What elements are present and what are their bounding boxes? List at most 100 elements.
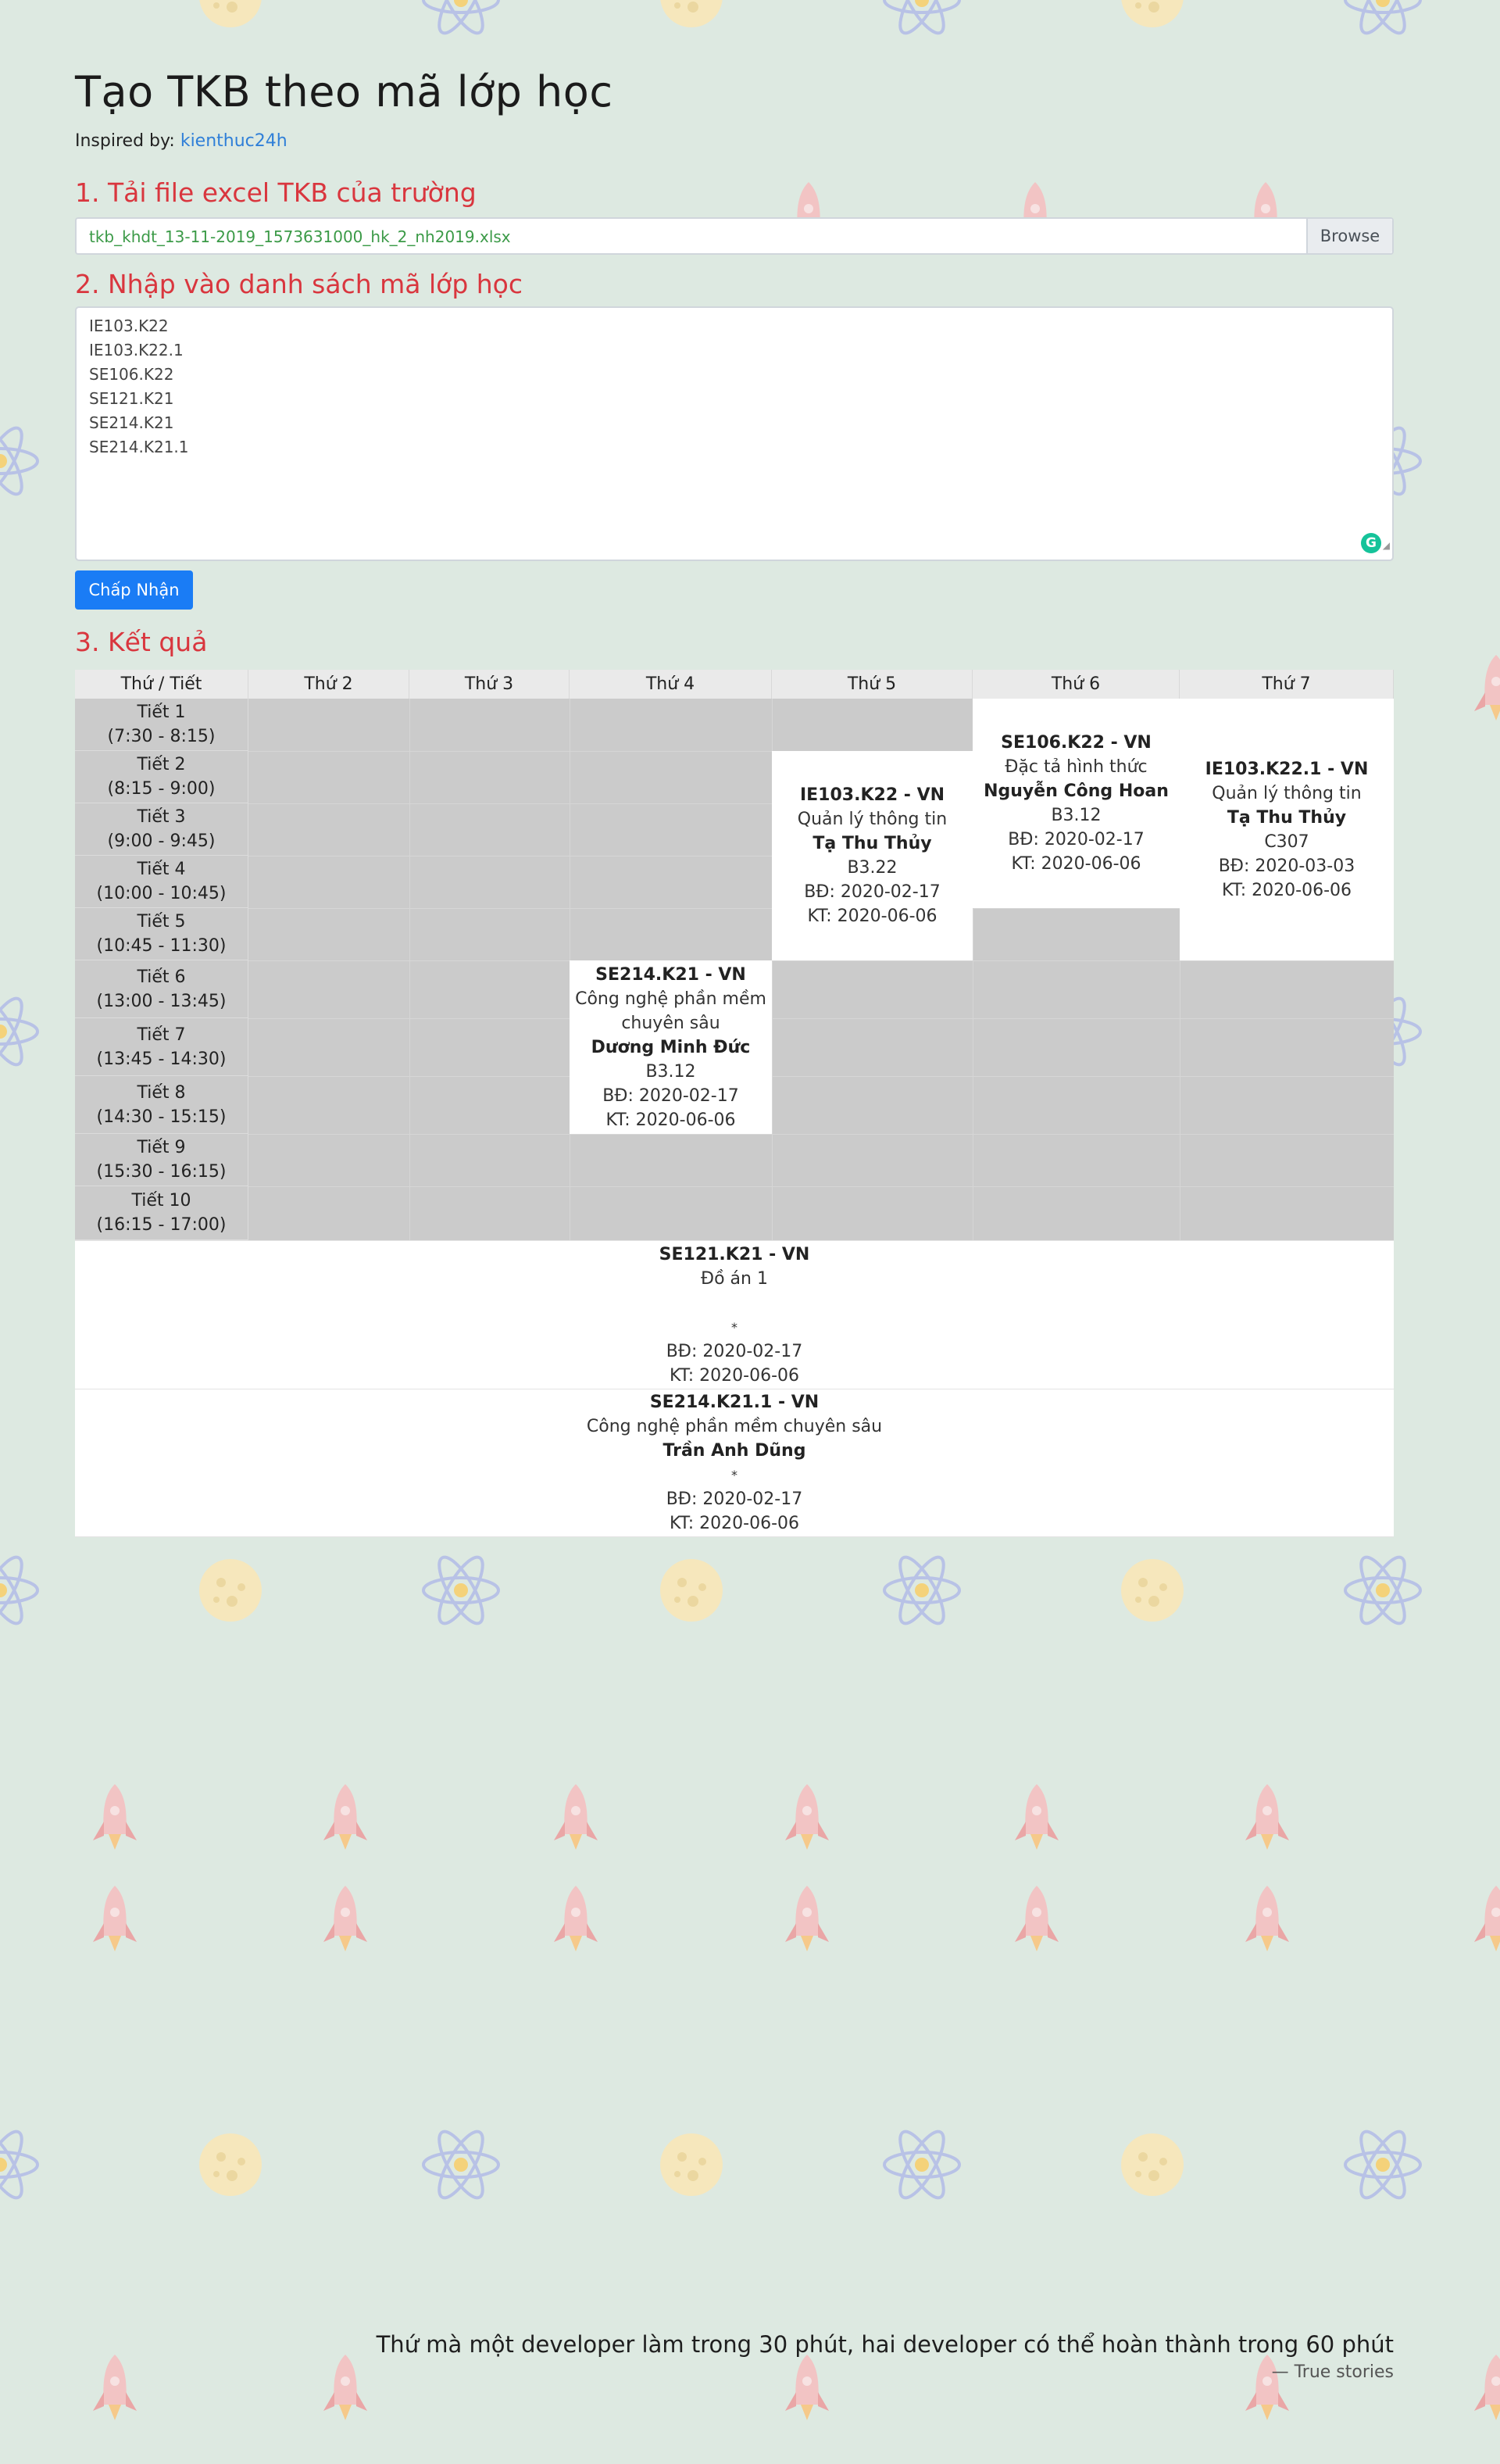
day-header-fri: Thứ 6 bbox=[973, 670, 1180, 699]
course-start: BĐ: 2020-03-03 bbox=[1218, 856, 1355, 876]
course-marker: * bbox=[731, 1319, 738, 1335]
day-header-wed: Thứ 4 bbox=[570, 670, 772, 699]
page-title: Tạo TKB theo mã lớp học bbox=[75, 67, 613, 116]
course-name: Công nghệ phần mềm chuyên sâu bbox=[586, 1417, 883, 1436]
period-name: Tiết 3 bbox=[137, 807, 186, 827]
period-name: Tiết 6 bbox=[137, 967, 186, 987]
period-time: (15:30 - 16:15) bbox=[96, 1162, 227, 1182]
course-block-se106-k22[interactable]: SE106.K22 - VN Đặc tả hình thức Nguyễn C… bbox=[973, 699, 1180, 908]
grid-line bbox=[248, 1134, 1394, 1135]
class-code-textarea[interactable]: IE103.K22 IE103.K22.1 SE106.K22 SE121.K2… bbox=[75, 306, 1394, 561]
period-name: Tiết 2 bbox=[137, 755, 186, 774]
period-name: Tiết 10 bbox=[131, 1191, 191, 1211]
class-code-line: SE106.K22 bbox=[89, 365, 174, 384]
course-end: KT: 2020-06-06 bbox=[605, 1110, 736, 1130]
course-start: BĐ: 2020-02-17 bbox=[666, 1341, 803, 1361]
course-block-ie103-k22-1[interactable]: IE103.K22.1 - VN Quản lý thông tin Tạ Th… bbox=[1180, 699, 1394, 960]
period-time: (13:00 - 13:45) bbox=[96, 991, 227, 1011]
resize-handle-icon[interactable]: ◢ bbox=[1383, 534, 1390, 558]
course-code: SE106.K22 - VN bbox=[1001, 733, 1152, 753]
grammarly-icon[interactable]: G bbox=[1361, 533, 1381, 553]
class-code-line: SE121.K21 bbox=[89, 389, 174, 408]
step1-heading: 1. Tải file excel TKB của trường bbox=[75, 177, 477, 208]
class-code-line: IE103.K22 bbox=[89, 316, 169, 335]
course-name: Đồ án 1 bbox=[701, 1268, 768, 1289]
period-row-1: Tiết 1 (7:30 - 8:15) bbox=[75, 699, 248, 751]
period-name: Tiết 9 bbox=[137, 1138, 186, 1157]
period-name: Tiết 1 bbox=[137, 703, 186, 722]
grid-line bbox=[248, 1186, 1394, 1187]
course-room: B3.12 bbox=[1051, 806, 1102, 825]
period-row-5: Tiết 5 (10:45 - 11:30) bbox=[75, 908, 248, 960]
course-start: BĐ: 2020-02-17 bbox=[1008, 830, 1145, 849]
class-code-line: IE103.K22.1 bbox=[89, 341, 184, 359]
course-teacher: Nguyễn Công Hoan bbox=[984, 781, 1169, 801]
course-end: KT: 2020-06-06 bbox=[1011, 854, 1141, 874]
class-code-line: SE214.K21 bbox=[89, 413, 174, 432]
timetable-header-corner: Thứ / Tiết bbox=[75, 670, 248, 699]
period-time: (10:00 - 10:45) bbox=[96, 884, 227, 903]
course-room: C307 bbox=[1264, 831, 1309, 852]
period-time: (13:45 - 14:30) bbox=[96, 1049, 227, 1069]
file-input[interactable]: tkb_khdt_13-11-2019_1573631000_hk_2_nh20… bbox=[75, 217, 1394, 255]
period-row-7: Tiết 7 (13:45 - 14:30) bbox=[75, 1018, 248, 1076]
grid-line bbox=[248, 1076, 1394, 1077]
inspired-by: Inspired by: kienthuc24h bbox=[75, 131, 288, 151]
period-name: Tiết 4 bbox=[137, 860, 186, 879]
timetable: Thứ / Tiết Thứ 2 Thứ 3 Thứ 4 Thứ 5 Thứ 6… bbox=[75, 670, 1394, 1240]
day-header-mon: Thứ 2 bbox=[248, 670, 409, 699]
grid-line bbox=[248, 960, 1394, 961]
period-row-8: Tiết 8 (14:30 - 15:15) bbox=[75, 1076, 248, 1134]
quote-source: — True stories bbox=[1271, 2362, 1394, 2382]
course-teacher: Tạ Thu Thủy bbox=[1227, 807, 1347, 828]
period-time: (10:45 - 11:30) bbox=[96, 936, 227, 956]
class-code-line: SE214.K21.1 bbox=[89, 438, 189, 456]
day-header-sat: Thứ 7 bbox=[1180, 670, 1394, 699]
course-code: SE214.K21.1 - VN bbox=[649, 1393, 820, 1412]
accept-button[interactable]: Chấp Nhận bbox=[75, 570, 193, 610]
period-name: Tiết 8 bbox=[137, 1082, 186, 1103]
period-time: (16:15 - 17:00) bbox=[96, 1215, 227, 1235]
course-name: Đặc tả hình thức bbox=[1005, 757, 1148, 777]
step3-heading: 3. Kết quả bbox=[75, 627, 208, 657]
course-block-ie103-k22[interactable]: IE103.K22 - VN Quản lý thông tin Tạ Thu … bbox=[772, 751, 973, 960]
inspired-link[interactable]: kienthuc24h bbox=[180, 131, 288, 151]
course-code: IE103.K22.1 - VN bbox=[1205, 759, 1369, 779]
course-name: chuyên sâu bbox=[621, 1013, 720, 1033]
footer-quote: Thứ mà một developer làm trong 30 phút, … bbox=[75, 2331, 1394, 2382]
unscheduled-course-se121-k21[interactable]: SE121.K21 - VN Đồ án 1 * BĐ: 2020-02-17 … bbox=[75, 1240, 1394, 1389]
course-end: KT: 2020-06-06 bbox=[1222, 880, 1352, 900]
inspired-prefix: Inspired by: bbox=[75, 131, 180, 151]
course-end: KT: 2020-06-06 bbox=[670, 1514, 799, 1533]
period-row-3: Tiết 3 (9:00 - 9:45) bbox=[75, 803, 248, 856]
browse-button[interactable]: Browse bbox=[1306, 219, 1392, 253]
course-room: B3.12 bbox=[645, 1061, 696, 1082]
period-row-9: Tiết 9 (15:30 - 16:15) bbox=[75, 1134, 248, 1186]
period-name: Tiết 5 bbox=[137, 912, 186, 932]
period-row-2: Tiết 2 (8:15 - 9:00) bbox=[75, 751, 248, 803]
course-teacher: Trần Anh Dũng bbox=[662, 1441, 806, 1461]
course-block-se214-k21[interactable]: SE214.K21 - VN Công nghệ phần mềm chuyên… bbox=[570, 960, 772, 1134]
course-code: IE103.K22 - VN bbox=[799, 785, 945, 805]
course-start: BĐ: 2020-02-17 bbox=[602, 1085, 739, 1106]
course-name: Quản lý thông tin bbox=[1212, 783, 1362, 803]
step2-heading: 2. Nhập vào danh sách mã lớp học bbox=[75, 269, 523, 299]
course-start: BĐ: 2020-02-17 bbox=[666, 1489, 803, 1509]
day-header-tue: Thứ 3 bbox=[409, 670, 570, 699]
period-row-10: Tiết 10 (16:15 - 17:00) bbox=[75, 1186, 248, 1240]
period-row-4: Tiết 4 (10:00 - 10:45) bbox=[75, 856, 248, 908]
course-start: BĐ: 2020-02-17 bbox=[804, 882, 941, 902]
course-teacher: Tạ Thu Thủy bbox=[812, 834, 932, 853]
course-name: Quản lý thông tin bbox=[797, 810, 948, 829]
day-header-thu: Thứ 5 bbox=[772, 670, 973, 699]
unscheduled-course-se214-k21-1[interactable]: SE214.K21.1 - VN Công nghệ phần mềm chuy… bbox=[75, 1389, 1394, 1537]
course-marker: * bbox=[731, 1468, 738, 1482]
course-end: KT: 2020-06-06 bbox=[670, 1365, 799, 1386]
course-end: KT: 2020-06-06 bbox=[807, 907, 938, 926]
quote-text: Thứ mà một developer làm trong 30 phút, … bbox=[376, 2331, 1394, 2358]
period-time: (7:30 - 8:15) bbox=[107, 727, 216, 746]
period-time: (9:00 - 9:45) bbox=[107, 831, 216, 851]
grid-line bbox=[248, 1018, 1394, 1019]
course-name: Công nghệ phần mềm bbox=[575, 989, 766, 1009]
period-name: Tiết 7 bbox=[137, 1025, 186, 1045]
